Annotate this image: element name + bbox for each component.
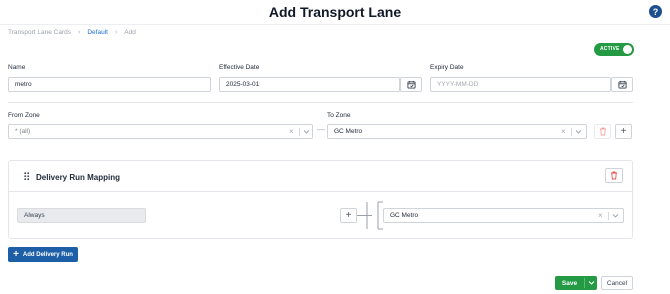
trash-icon [611,171,617,180]
select-divider [571,128,572,136]
calendar-icon [617,80,627,89]
help-button[interactable]: ? [649,5,662,18]
delivery-run-value: GC Metro [390,212,419,219]
select-divider [299,128,300,136]
delivery-run-mapping-card: Delivery Run Mapping [8,160,633,239]
save-button[interactable]: Save [555,276,584,290]
delete-mapping-button[interactable] [605,168,623,183]
condition-field: Always [17,208,146,223]
expiry-date-input[interactable]: YYYY-MM-DD [430,77,611,92]
page-title: Add Transport Lane [268,4,402,20]
name-input[interactable]: metro [8,77,211,92]
card-title: Delivery Run Mapping [36,173,121,182]
expiry-date-placeholder: YYYY-MM-DD [437,81,479,88]
condition-value: Always [24,212,45,219]
effective-date-input[interactable]: 2025-03-01 [219,77,400,92]
section-divider [8,102,633,103]
to-zone-value: GC Metro [334,128,363,135]
plus-icon: + [13,248,19,260]
breadcrumb-item-default[interactable]: Default [87,29,108,36]
chevron-down-icon[interactable] [575,129,582,135]
plus-icon: + [345,210,352,221]
chevron-down-icon[interactable] [612,213,619,219]
plus-icon: + [620,126,627,137]
breadcrumb-separator-icon: › [78,29,81,36]
to-zone-label: To Zone [327,112,351,119]
add-delivery-run-button[interactable]: + Add Delivery Run [8,247,78,262]
clear-icon[interactable]: × [598,211,603,220]
name-label: Name [8,64,26,71]
cancel-label: Cancel [606,279,628,287]
from-zone-label: From Zone [8,112,40,119]
clear-icon[interactable]: × [289,127,294,136]
help-icon: ? [652,6,659,17]
breadcrumb-item-transport-lane-cards[interactable]: Transport Lane Cards [8,29,71,36]
to-zone-select[interactable]: GC Metro × [327,124,587,139]
clear-icon[interactable]: × [561,127,566,136]
breadcrumb-item-add: Add [124,29,136,36]
from-zone-select[interactable]: * (all) × [8,124,313,139]
chevron-down-icon [588,281,594,285]
expiry-date-calendar-button[interactable] [611,77,633,92]
delete-zone-button[interactable] [594,124,611,139]
add-zone-button[interactable]: + [615,124,632,139]
trash-icon [599,127,606,136]
zone-separator: — [317,125,325,134]
select-divider [608,212,609,220]
breadcrumb: Transport Lane Cards › Default › Add [8,29,136,36]
effective-date-label: Effective Date [219,64,260,71]
expiry-date-label: Expiry Date [430,64,464,71]
card-header: Delivery Run Mapping [9,161,632,192]
page-header: Add Transport Lane ? [0,0,670,25]
save-options-button[interactable] [585,276,597,290]
delivery-run-select[interactable]: GC Metro × [383,208,624,223]
effective-date-value: 2025-03-01 [226,81,260,88]
effective-date-calendar-button[interactable] [400,77,422,92]
add-delivery-run-label: Add Delivery Run [22,251,73,258]
add-condition-button[interactable]: + [340,208,357,223]
save-label: Save [561,279,578,287]
save-button-group: Save [555,276,597,290]
from-zone-value: * (all) [15,128,31,135]
calendar-icon [406,80,416,89]
breadcrumb-separator-icon: › [114,29,118,36]
mapping-connector [357,201,383,230]
toggle-knob [623,45,632,54]
drag-handle-icon[interactable] [24,172,30,181]
name-input-value: metro [15,81,32,88]
active-toggle[interactable]: ACTIVE [594,43,634,56]
chevron-down-icon[interactable] [303,129,310,135]
active-toggle-label: ACTIVE [600,46,620,52]
cancel-button[interactable]: Cancel [601,276,633,290]
